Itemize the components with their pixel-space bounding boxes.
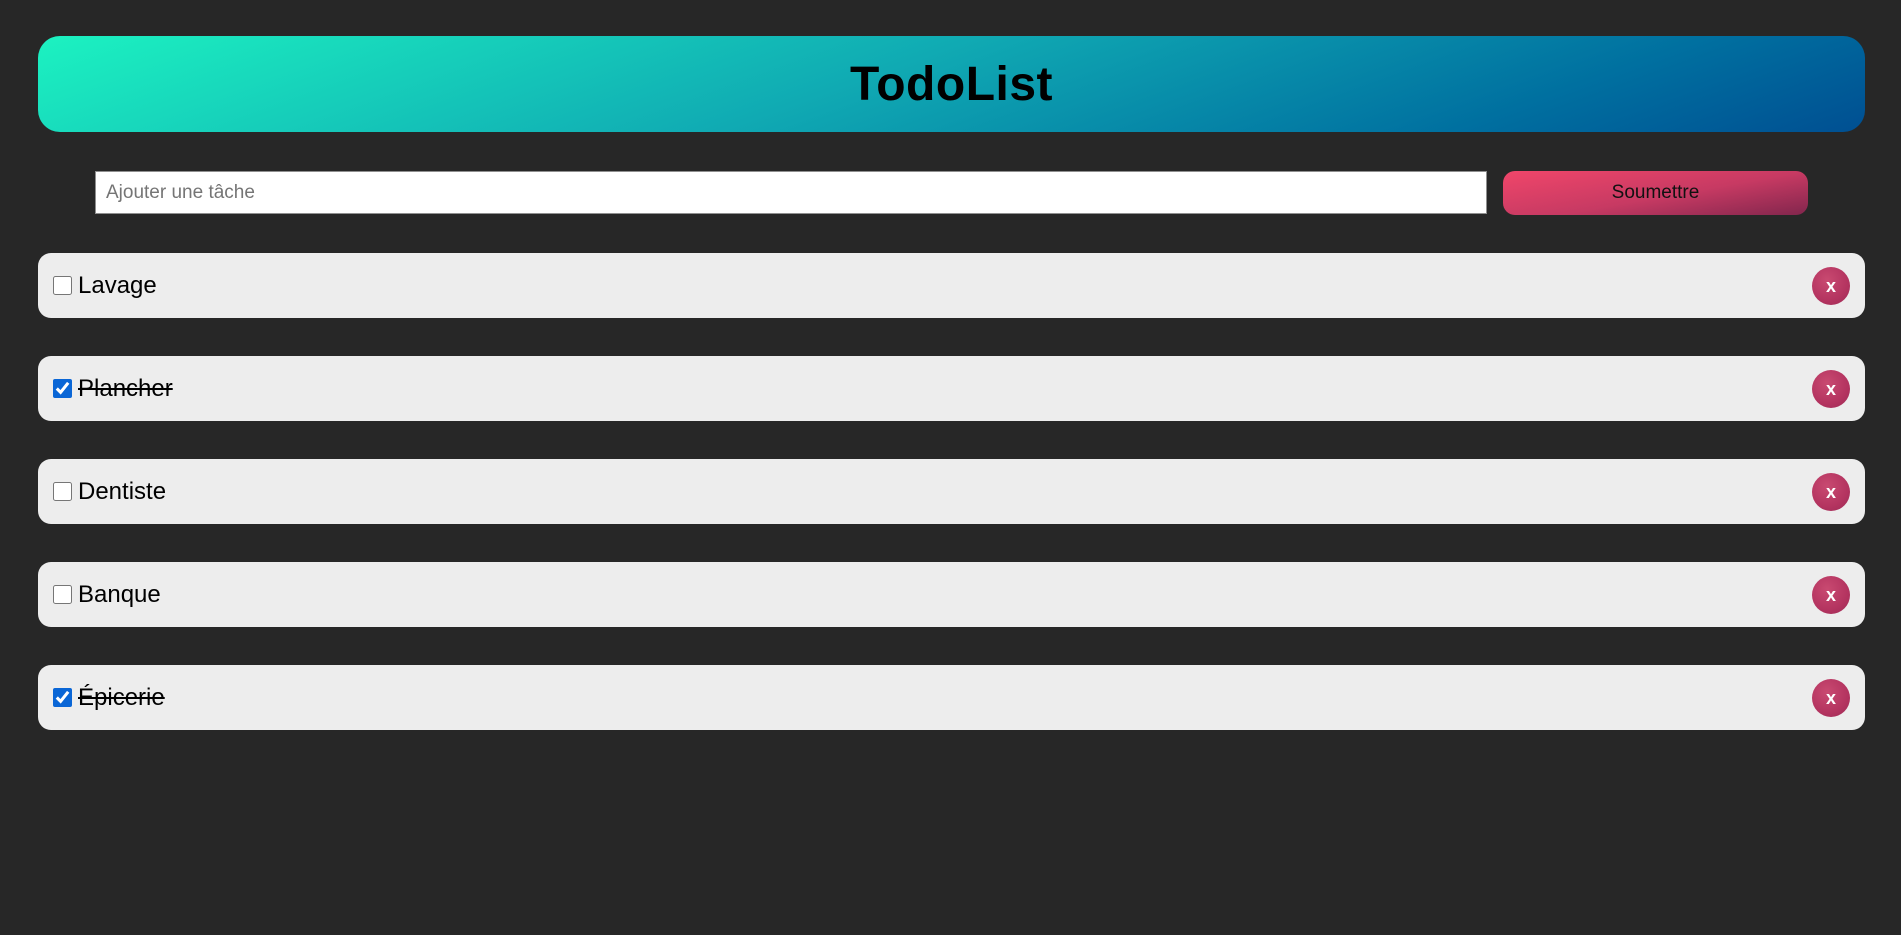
todo-item: Banque x xyxy=(38,562,1865,627)
todo-checkbox[interactable] xyxy=(53,688,72,707)
todo-label: Lavage xyxy=(78,271,157,299)
todo-item: Plancher x xyxy=(38,356,1865,421)
delete-button[interactable]: x xyxy=(1812,679,1850,717)
todo-label: Dentiste xyxy=(78,477,167,505)
delete-button[interactable]: x xyxy=(1812,473,1850,511)
todo-label: Épicerie xyxy=(78,683,165,711)
todo-checkbox[interactable] xyxy=(53,482,72,501)
todo-list: Lavage x Plancher x Dentiste x Banque x … xyxy=(38,253,1865,768)
delete-button[interactable]: x xyxy=(1812,267,1850,305)
todo-label: Plancher xyxy=(78,374,173,402)
add-task-input[interactable] xyxy=(95,171,1487,214)
delete-button[interactable]: x xyxy=(1812,576,1850,614)
todo-label: Banque xyxy=(78,580,161,608)
app-header: TodoList xyxy=(38,36,1865,132)
todo-app: TodoList Soumettre Lavage x Plancher x D… xyxy=(0,0,1901,935)
delete-button[interactable]: x xyxy=(1812,370,1850,408)
app-title: TodoList xyxy=(849,57,1054,111)
todo-checkbox[interactable] xyxy=(53,276,72,295)
submit-button[interactable]: Soumettre xyxy=(1503,171,1808,215)
todo-checkbox[interactable] xyxy=(53,585,72,604)
todo-item: Dentiste x xyxy=(38,459,1865,524)
todo-item: Lavage x xyxy=(38,253,1865,318)
todo-item: Épicerie x xyxy=(38,665,1865,730)
todo-checkbox[interactable] xyxy=(53,379,72,398)
